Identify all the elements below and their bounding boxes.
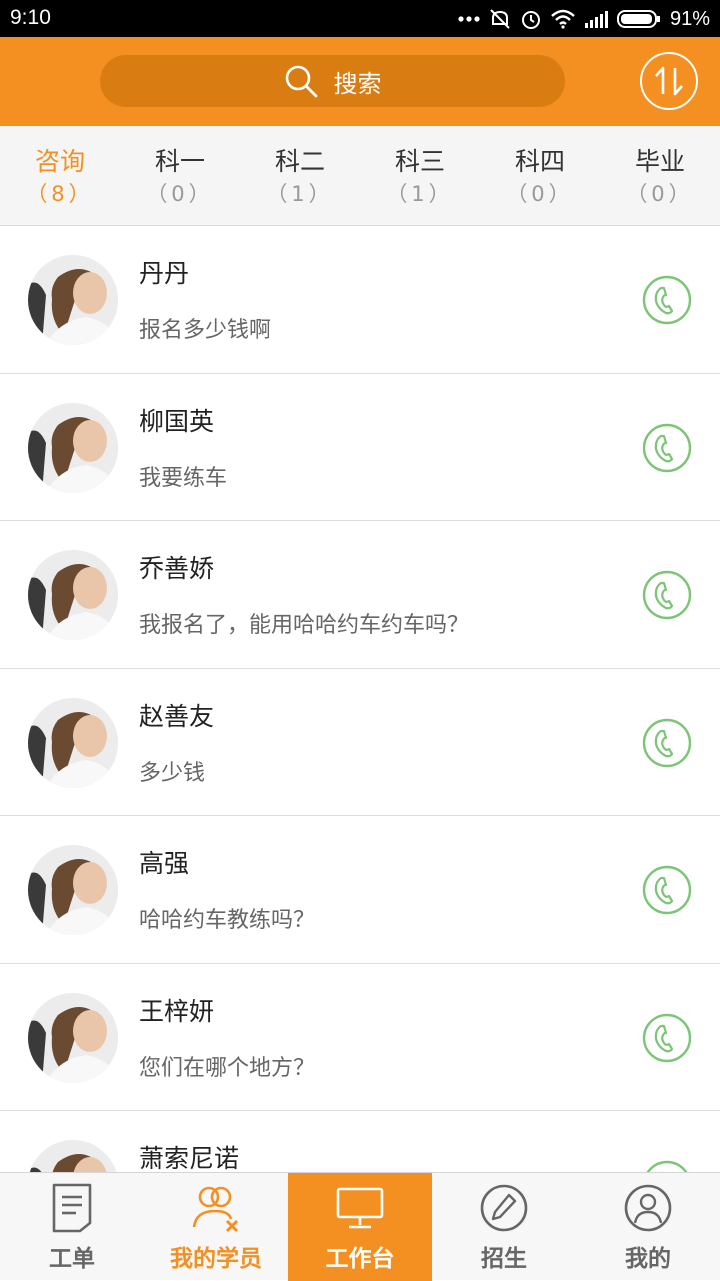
tab-count: （0） [506, 182, 574, 206]
phone-call-icon[interactable] [642, 275, 692, 325]
pen-icon [480, 1184, 528, 1232]
avatar-photo-icon [28, 992, 118, 1083]
student-message: 报名多少钱啊 [139, 318, 272, 343]
monitor-icon [336, 1187, 384, 1229]
wifi-icon [551, 9, 575, 29]
nav-enrollment[interactable]: 招生 [432, 1173, 576, 1281]
battery-icon [616, 10, 660, 28]
avatar [28, 845, 118, 935]
student-list[interactable]: 丹丹 报名多少钱啊 柳国英 我要练车 乔善娇 我报名了，能用哈哈约车约车吗？ 赵… [0, 226, 720, 1172]
student-row[interactable]: 萧索尼诺 [0, 1111, 720, 1172]
tab-label: 科二 [274, 147, 325, 176]
nav-label: 我的学员 [170, 1246, 262, 1272]
student-name: 王梓妍 [139, 996, 215, 1026]
tab-count: （1） [386, 182, 454, 206]
phone-call-icon[interactable] [642, 865, 692, 915]
avatar [28, 697, 118, 788]
tab-label: 科三 [394, 147, 445, 176]
sort-arrows-icon [655, 66, 683, 96]
search-bar[interactable]: 搜索 [100, 55, 565, 107]
tab-subject-three[interactable]: 科三 （1） [360, 126, 480, 225]
tab-label: 科四 [514, 147, 565, 176]
top-bar: 搜索 [0, 37, 720, 126]
mute-icon [490, 9, 510, 29]
more-notifications-icon [458, 16, 480, 22]
avatar-photo-icon [28, 697, 118, 788]
avatar [28, 992, 118, 1083]
tab-subject-two[interactable]: 科二 （1） [240, 126, 360, 225]
student-name: 赵善友 [139, 701, 215, 731]
avatar [28, 1140, 118, 1172]
tab-count: （0） [146, 182, 214, 206]
nav-mine[interactable]: 我的 [576, 1173, 720, 1281]
phone-call-icon[interactable] [642, 718, 692, 768]
nav-label: 招生 [481, 1246, 527, 1272]
tab-label: 咨询 [34, 147, 85, 176]
student-row[interactable]: 乔善娇 我报名了，能用哈哈约车约车吗？ [0, 521, 720, 669]
student-message: 您们在哪个地方？ [139, 1055, 316, 1081]
status-time: 9:10 [10, 6, 51, 29]
student-row[interactable]: 赵善友 多少钱 [0, 668, 720, 816]
student-row[interactable]: 王梓妍 您们在哪个地方？ [0, 963, 720, 1111]
nav-label: 工单 [49, 1246, 95, 1272]
tab-label: 毕业 [634, 147, 685, 176]
student-name: 柳国英 [139, 406, 215, 436]
student-name: 萧索尼诺 [139, 1144, 240, 1172]
avatar [28, 255, 118, 345]
nav-label: 我的 [625, 1246, 671, 1272]
student-row[interactable]: 柳国英 我要练车 [0, 373, 720, 521]
tab-count: （0） [626, 182, 694, 206]
category-tabs: 咨询 （8） 科一 （0） 科二 （1） 科三 （1） 科四 （0） 毕业 （0… [0, 126, 720, 226]
bottom-nav: 工单 我的学员 工作台 招生 我的 [0, 1172, 720, 1281]
student-name: 丹丹 [139, 259, 190, 288]
phone-call-icon[interactable] [642, 423, 692, 473]
tab-count: （8） [26, 182, 94, 206]
nav-label: 工作台 [325, 1246, 395, 1272]
student-name: 乔善娇 [139, 554, 215, 583]
user-icon [624, 1184, 672, 1232]
tab-subject-four[interactable]: 科四 （0） [480, 126, 600, 225]
avatar [28, 550, 118, 640]
avatar-photo-icon [28, 402, 118, 493]
sort-button[interactable] [640, 52, 698, 110]
students-icon [192, 1186, 239, 1233]
student-name: 高强 [139, 849, 190, 878]
tab-graduated[interactable]: 毕业 （0） [600, 126, 720, 225]
tab-count: （1） [266, 182, 334, 206]
nav-my-students[interactable]: 我的学员 [144, 1173, 288, 1281]
signal-icon [584, 11, 608, 28]
student-message: 多少钱 [139, 760, 206, 786]
nav-workbench[interactable]: 工作台 [288, 1173, 432, 1281]
avatar-photo-icon [28, 1140, 118, 1172]
search-label: 搜索 [333, 69, 382, 98]
avatar-photo-icon [28, 845, 118, 935]
battery-percent: 91% [669, 7, 710, 30]
avatar-photo-icon [28, 550, 118, 640]
phone-call-icon[interactable] [642, 570, 692, 620]
student-message: 我报名了，能用哈哈约车约车吗？ [139, 613, 470, 638]
alarm-icon [521, 11, 540, 29]
student-row[interactable]: 丹丹 报名多少钱啊 [0, 226, 720, 374]
student-message: 我要练车 [139, 465, 228, 491]
document-icon [52, 1183, 92, 1233]
search-icon [285, 65, 317, 98]
student-message: 哈哈约车教练吗？ [139, 908, 316, 933]
tab-subject-one[interactable]: 科一 （0） [120, 126, 240, 225]
avatar [28, 402, 118, 493]
phone-call-icon[interactable] [642, 1013, 692, 1063]
tab-consult[interactable]: 咨询 （8） [0, 126, 120, 225]
phone-call-icon[interactable] [642, 1160, 692, 1172]
status-icons: 91% [458, 5, 710, 33]
status-bar: 9:10 91% [0, 0, 720, 37]
tab-label: 科一 [154, 147, 205, 176]
student-row[interactable]: 高强 哈哈约车教练吗？ [0, 816, 720, 964]
avatar-photo-icon [28, 255, 118, 345]
nav-work-order[interactable]: 工单 [0, 1173, 144, 1281]
